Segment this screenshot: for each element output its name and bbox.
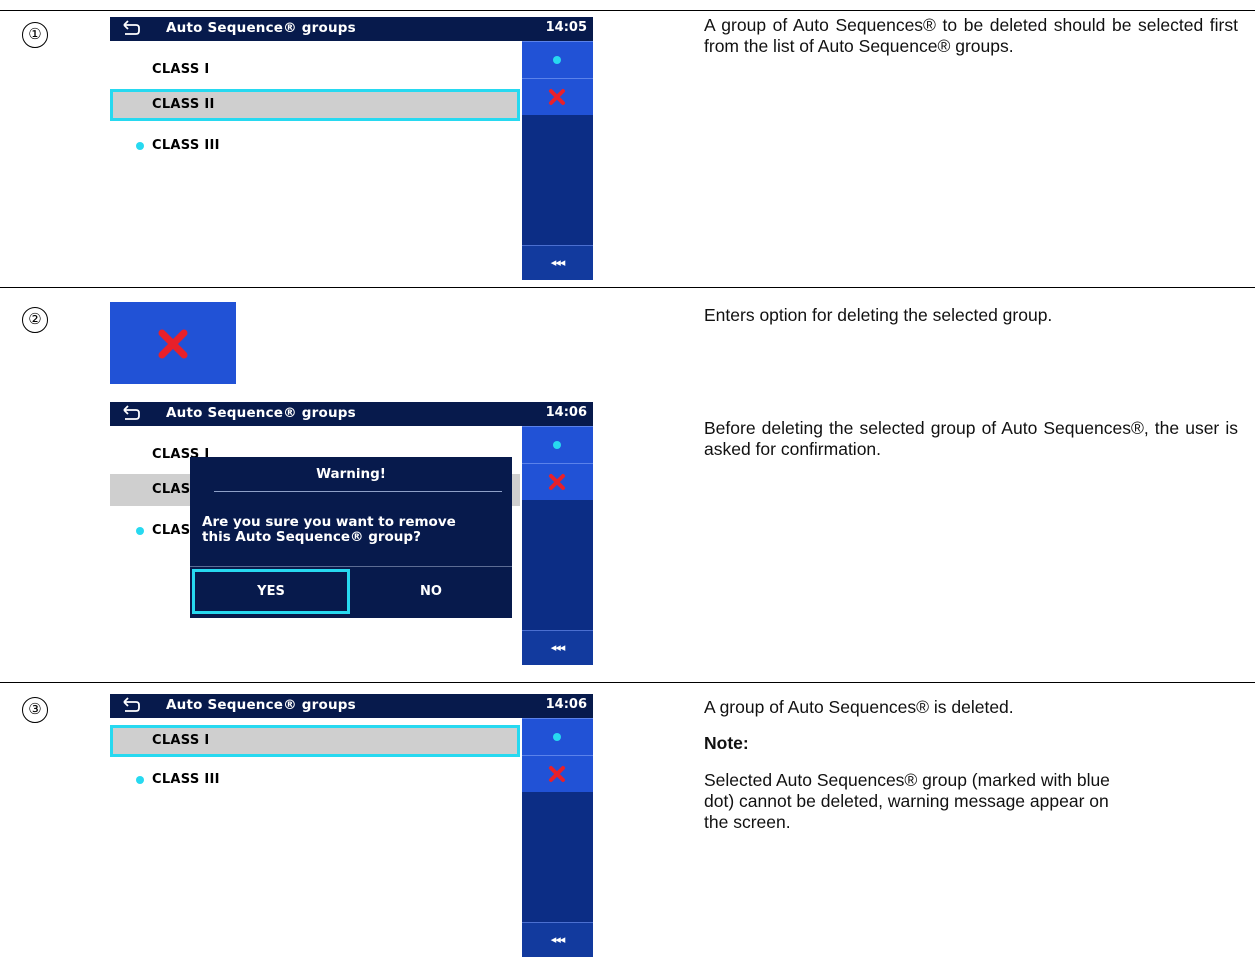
back-arrow-icon[interactable] — [120, 403, 142, 423]
dialog-message-line1: Are you sure you want to remove — [202, 514, 456, 530]
blue-dot-icon — [553, 733, 561, 741]
no-button[interactable]: NO — [352, 569, 510, 614]
blue-dot-icon — [553, 56, 561, 64]
more-options-button[interactable]: ◂◂◂ — [522, 922, 593, 957]
screen-header: Auto Sequence® groups 14:06 — [110, 402, 593, 426]
screen-header: Auto Sequence® groups 14:06 — [110, 694, 593, 718]
step-number-1: ① — [22, 22, 48, 48]
delete-button-enlarged[interactable] — [110, 302, 236, 384]
delete-x-icon — [549, 89, 565, 105]
step1-description-text: A group of Auto Sequences® to be deleted… — [704, 15, 1238, 56]
list-item-label: CLASS II — [152, 97, 215, 112]
list-item-class-ii-selected[interactable]: CLASS II — [110, 89, 520, 121]
delete-x-icon — [549, 474, 565, 490]
more-arrows-icon: ◂◂◂ — [550, 933, 566, 946]
more-arrows-icon: ◂◂◂ — [550, 256, 566, 269]
step1-description: A group of Auto Sequences® to be deleted… — [704, 15, 1238, 57]
instrument-screen-step1: Auto Sequence® groups 14:05 CLASS I CLAS… — [110, 17, 593, 280]
dialog-message-line2: this Auto Sequence® group? — [202, 529, 421, 545]
note-label: Note: — [704, 733, 749, 753]
clock: 14:05 — [545, 20, 587, 35]
screen-title: Auto Sequence® groups — [166, 20, 356, 36]
blue-dot-icon — [553, 441, 561, 449]
side-toolbar: ◂◂◂ — [522, 718, 593, 957]
more-options-button[interactable]: ◂◂◂ — [522, 245, 593, 280]
dialog-button-divider — [190, 566, 512, 567]
more-options-button[interactable]: ◂◂◂ — [522, 630, 593, 665]
delete-group-button[interactable] — [522, 755, 593, 792]
active-dot-icon — [136, 776, 144, 784]
screen-header: Auto Sequence® groups 14:05 — [110, 17, 593, 41]
side-toolbar: ◂◂◂ — [522, 426, 593, 665]
dialog-title-divider — [214, 491, 502, 492]
screen-title: Auto Sequence® groups — [166, 405, 356, 421]
select-group-button[interactable] — [522, 41, 593, 78]
delete-x-icon — [549, 766, 565, 782]
back-arrow-icon[interactable] — [120, 18, 142, 38]
step2-description-2: Before deleting the selected group of Au… — [704, 418, 1238, 459]
list-item-label: CLASS I — [152, 62, 210, 77]
step2-description-1: Enters option for deleting the selected … — [704, 305, 1053, 325]
list-item-label: CLASS III — [152, 772, 220, 787]
step3-description-1: A group of Auto Sequences® is deleted. — [704, 697, 1014, 717]
select-group-button[interactable] — [522, 718, 593, 755]
separator-top — [0, 10, 1255, 11]
list-item-label: CLASS III — [152, 138, 220, 153]
delete-group-button[interactable] — [522, 78, 593, 115]
screen-title: Auto Sequence® groups — [166, 697, 356, 713]
list-item-label: CLASS I — [152, 733, 210, 748]
more-arrows-icon: ◂◂◂ — [550, 641, 566, 654]
list-item-class-i[interactable]: CLASS I — [110, 54, 520, 86]
step3-description-2: Selected Auto Sequences® group (marked w… — [704, 770, 1110, 832]
dialog-message: Are you sure you want to remove this Aut… — [202, 515, 502, 545]
delete-group-button[interactable] — [522, 463, 593, 500]
delete-x-icon — [158, 329, 188, 359]
step-number-3: ③ — [22, 697, 48, 723]
clock: 14:06 — [545, 697, 587, 712]
instrument-screen-step2: Auto Sequence® groups 14:06 CLASS I CLAS… — [110, 402, 593, 665]
back-arrow-icon[interactable] — [120, 695, 142, 715]
separator-1 — [0, 287, 1255, 288]
list-item-class-iii[interactable]: CLASS III — [110, 130, 520, 162]
warning-dialog: Warning! Are you sure you want to remove… — [190, 457, 512, 618]
active-dot-icon — [136, 527, 144, 535]
active-dot-icon — [136, 142, 144, 150]
dialog-title: Warning! — [316, 466, 386, 482]
list-item-class-iii[interactable]: CLASS III — [110, 764, 520, 796]
side-toolbar: ◂◂◂ — [522, 41, 593, 280]
select-group-button[interactable] — [522, 426, 593, 463]
list-item-class-i-selected[interactable]: CLASS I — [110, 725, 520, 757]
clock: 14:06 — [545, 405, 587, 420]
instrument-screen-step3: Auto Sequence® groups 14:06 CLASS I CLAS… — [110, 694, 593, 957]
separator-2 — [0, 682, 1255, 683]
yes-button[interactable]: YES — [192, 569, 350, 614]
step-number-2: ② — [22, 307, 48, 333]
